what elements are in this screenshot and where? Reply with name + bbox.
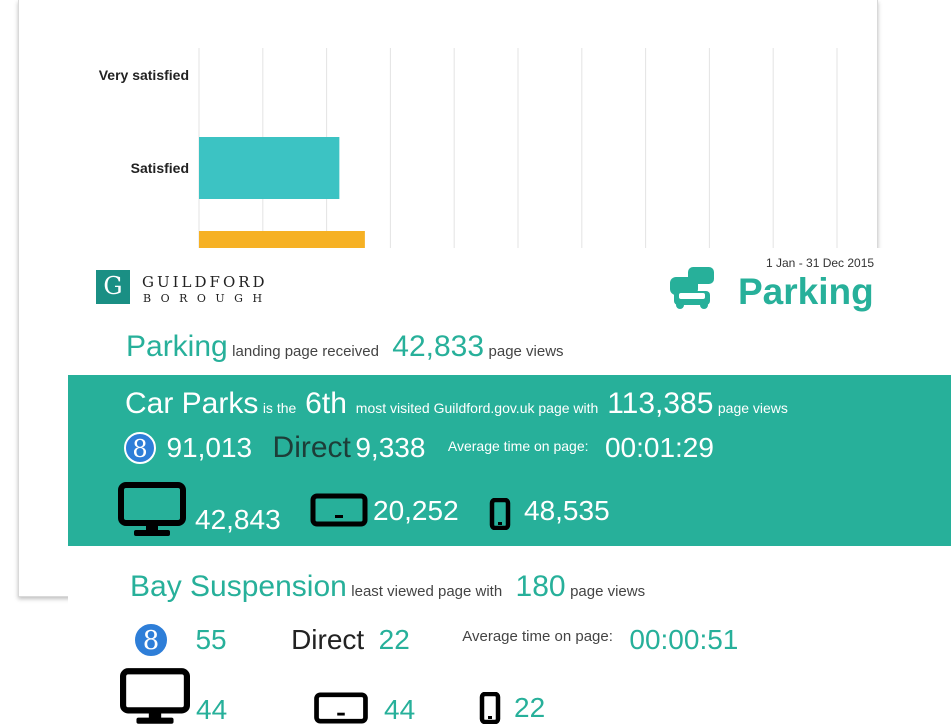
car-parks-name: Car Parks: [125, 387, 259, 420]
mobile-icon: [489, 498, 511, 530]
landing-text: landing page received: [232, 343, 379, 360]
car-parks-band: Car Parks is the 6th most visited Guildf…: [68, 375, 951, 546]
bay-views: 180: [515, 570, 566, 603]
guildford-logo-icon: G: [96, 270, 130, 304]
bay-row: Bay Suspension least viewed page with 18…: [130, 572, 645, 602]
mobile-icon: [479, 692, 501, 724]
google-icon: 8: [133, 622, 169, 658]
google-icon: 8: [124, 432, 156, 464]
logo-text-guildford: GUILDFORD: [142, 273, 268, 291]
car-parks-google-count: 91,013: [166, 432, 253, 463]
car-parks-text-3: page views: [717, 400, 788, 416]
logo-text-borough: B O R O U G H: [143, 292, 266, 305]
car-parks-views: 113,385: [607, 387, 714, 420]
desktop-icon: [118, 482, 186, 536]
car-parks-direct-label: Direct: [272, 431, 351, 464]
bay-text-2: page views: [570, 583, 646, 600]
bay-desktop-count: 44: [196, 694, 228, 725]
car-parks-row: Car Parks is the 6th most visited Guildf…: [125, 389, 788, 419]
date-range: 1 Jan - 31 Dec 2015: [766, 256, 875, 270]
landing-row: Parking landing page received 42,833 pag…: [126, 332, 564, 362]
bay-tablet-count: 44: [384, 694, 416, 725]
car-parks-avg-label: Average time on page:: [447, 438, 589, 454]
bay-direct-count: 22: [378, 624, 410, 655]
page-title: Parking: [738, 271, 874, 312]
bay-name: Bay Suspension: [130, 570, 347, 603]
tablet-icon: [314, 692, 368, 724]
car-parks-text-1: is the: [262, 400, 297, 416]
bay-avg-label: Average time on page:: [462, 628, 613, 645]
bay-traffic-row: 8 55 Direct 22 Average time on page: 00:…: [133, 622, 738, 658]
bay-text-1: least viewed page with: [351, 583, 503, 600]
parking-infographic: G GUILDFORD B O R O U G H 1 Jan - 31 Dec…: [68, 248, 951, 724]
landing-text-2: page views: [488, 343, 564, 360]
landing-views: 42,833: [392, 330, 485, 363]
chart-bar: [199, 137, 340, 199]
bay-mobile-count: 22: [514, 692, 546, 723]
desktop-icon: [120, 668, 190, 724]
bay-direct-label: Direct: [291, 624, 365, 655]
bay-google-count: 55: [195, 624, 227, 655]
car-parks-rank: 6th: [305, 387, 347, 420]
car-parks-mobile-count: 48,535: [524, 495, 610, 526]
car-parks-tablet-count: 20,252: [373, 495, 459, 526]
tablet-icon: [310, 493, 368, 527]
landing-name: Parking: [126, 330, 228, 363]
car-parks-avg-time: 00:01:29: [604, 432, 714, 463]
car-parks-desktop-count: 42,843: [195, 504, 281, 535]
bay-avg-time: 00:00:51: [629, 624, 739, 655]
car-parks-direct-count: 9,338: [355, 432, 426, 463]
car-parks-traffic-row: 8 91,013 Direct 9,338 Average time on pa…: [124, 432, 714, 464]
chart-category-label: Very satisfied: [99, 67, 189, 83]
cars-icon: [670, 267, 714, 309]
chart-category-label: Satisfied: [131, 160, 189, 176]
car-parks-text-2: most visited Guildford.gov.uk page with: [355, 400, 599, 416]
